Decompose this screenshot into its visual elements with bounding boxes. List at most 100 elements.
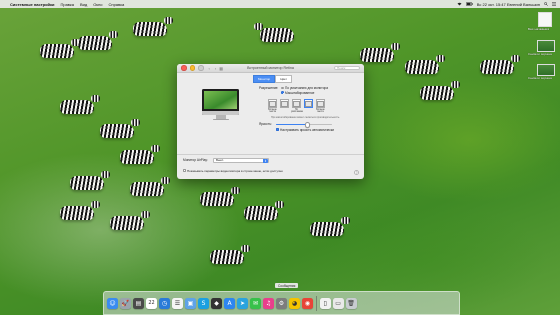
document-icon[interactable]: ▯ [319, 297, 331, 309]
wallpaper-zebra [100, 119, 140, 138]
wallpaper-zebra [480, 55, 520, 74]
chevron-updown-icon: ⇕ [263, 158, 268, 163]
wallpaper-zebra [133, 17, 173, 36]
trash-icon[interactable]: 🗑 [345, 297, 357, 309]
menu-item-view[interactable]: Вид [80, 2, 87, 7]
resolution-option-label: Больше текста [268, 109, 277, 113]
wallpaper-zebra [405, 55, 445, 74]
airplay-dropdown[interactable]: Выкл. ⇕ [213, 157, 269, 163]
resolution-option-larger-text[interactable] [268, 99, 277, 108]
chrome-icon[interactable]: ◉ [302, 297, 313, 309]
resolution-option-2[interactable] [280, 99, 289, 108]
menu-status-clock-user[interactable]: Вс 22 окт. 15:47 Евгений Вальшин [477, 2, 540, 7]
airplay-label: Монитор AirPlay: [183, 158, 208, 162]
wallpaper-zebra [310, 217, 350, 236]
desktop-screenshot-icon[interactable] [537, 40, 555, 52]
wallpaper-zebra [40, 39, 80, 58]
wallpaper-zebra [254, 23, 294, 42]
finder-icon[interactable]: ☺ [107, 297, 118, 309]
zoom-button[interactable] [198, 65, 204, 71]
preview-icon[interactable]: ▣ [185, 297, 196, 309]
brightness-label: Яркость: [259, 122, 272, 126]
app-icon[interactable]: ◆ [211, 297, 222, 309]
wallpaper-zebra [360, 43, 400, 62]
forward-button[interactable]: › [215, 66, 216, 71]
mirroring-menubar-label: Показывать параметры видеоповтора в стро… [187, 168, 283, 173]
reminders-icon[interactable]: ☰ [172, 297, 183, 309]
calendar-icon[interactable]: 22 [146, 297, 157, 309]
auto-brightness-label: Настраивать яркость автоматически [280, 127, 335, 132]
menu-app-name[interactable]: Системные настройки [10, 2, 54, 7]
display-preferences-window: ‹ › ▦ Встроенный монитор Retina Поиск Мо… [177, 64, 364, 179]
airplay-dropdown-value: Выкл. [216, 158, 225, 162]
wallpaper-zebra [60, 95, 100, 114]
wallpaper-zebra [78, 31, 118, 50]
notification-center-icon[interactable] [552, 2, 556, 7]
resolution-option-label: Больше места [316, 109, 325, 113]
wallpaper-zebra [70, 171, 110, 190]
wallpaper-zebra [130, 177, 170, 196]
auto-brightness-checkbox[interactable] [276, 128, 279, 131]
imac-screen-wallpaper [204, 91, 237, 109]
wallpaper-zebra [244, 201, 284, 220]
desktop-screenshot-icon[interactable] [537, 64, 555, 76]
resolution-option-more-space[interactable] [316, 99, 325, 108]
tab-display[interactable]: Монитор [253, 75, 276, 83]
resolution-option-default[interactable] [292, 99, 301, 108]
radio-scaled-resolution-label: Масштабированное [285, 90, 315, 95]
launchpad-icon[interactable]: 🚀 [120, 297, 131, 309]
radio-default-resolution[interactable] [281, 86, 284, 90]
wallpaper-zebra [120, 145, 160, 164]
downloads-icon[interactable]: ▭ [332, 297, 344, 309]
resolution-option-4[interactable] [304, 99, 313, 108]
wallpaper-zebra [210, 245, 250, 264]
back-button[interactable]: ‹ [209, 66, 210, 71]
menu-item-help[interactable]: Справка [109, 2, 125, 7]
search-field[interactable]: Поиск [334, 65, 360, 70]
wallpaper-zebra [200, 187, 240, 206]
desktop-screenshot-label: Снимок экрана [528, 76, 552, 80]
section-divider [177, 154, 364, 155]
wallpaper-zebra [110, 211, 150, 230]
menu-item-edit[interactable]: Правка [60, 2, 74, 7]
dock: ☺ 🚀 ▤ 22 ◷ ☰ ▣ S ◆ A ➤ ✉ ♫ ⚙ ◕ ◉ ▯ ▭ 🗑 [103, 291, 460, 315]
dock-tooltip: Сообщения [275, 283, 299, 288]
segmented-tabs: Монитор Цвет [253, 75, 292, 83]
imac-base [213, 119, 229, 121]
appstore-icon[interactable]: A [224, 297, 235, 309]
battery-icon[interactable] [465, 1, 473, 7]
search-placeholder: Поиск [337, 65, 346, 70]
brightness-slider-fill [276, 123, 307, 125]
spotlight-icon[interactable] [544, 1, 548, 7]
close-button[interactable] [181, 65, 187, 71]
clock-icon[interactable]: ◷ [159, 297, 170, 309]
minimize-button[interactable] [189, 65, 195, 71]
telegram-icon[interactable]: ➤ [237, 297, 248, 309]
resolution-option-label: По умолчанию [291, 109, 303, 113]
skype-icon[interactable]: S [198, 297, 209, 309]
imac-illustration [202, 89, 239, 115]
notes-icon[interactable]: ▤ [133, 297, 144, 309]
menu-item-window[interactable]: Окно [93, 2, 102, 7]
show-all-grid-icon[interactable]: ▦ [219, 66, 223, 71]
messages-icon[interactable]: ✉ [250, 297, 261, 309]
wifi-icon[interactable] [457, 2, 462, 7]
desktop-screenshot-label: Снимок экрана [528, 52, 552, 56]
desktop-file-icon[interactable] [538, 12, 552, 27]
radio-default-resolution-label: По умолчанию для монитора [285, 86, 329, 90]
window-titlebar[interactable]: ‹ › ▦ Встроенный монитор Retina Поиск [177, 64, 364, 73]
menu-bar: Системные настройки Правка Вид Окно Спра… [0, 0, 560, 8]
cyberduck-icon[interactable]: ◕ [289, 297, 300, 309]
dock-separator [316, 295, 317, 311]
desktop-file-label: Без названия [528, 27, 550, 31]
itunes-icon[interactable]: ♫ [263, 297, 274, 309]
settings-icon[interactable]: ⚙ [276, 297, 287, 309]
brightness-slider[interactable] [276, 122, 332, 128]
help-button[interactable]: ? [354, 170, 359, 175]
scaling-performance-note: При масштабировании может снизиться прои… [271, 116, 340, 119]
tab-color[interactable]: Цвет [275, 75, 292, 83]
radio-scaled-resolution[interactable] [281, 91, 284, 94]
wallpaper-zebra [60, 201, 100, 220]
wallpaper-zebra [420, 81, 460, 100]
mirroring-menubar-checkbox[interactable] [183, 169, 186, 172]
